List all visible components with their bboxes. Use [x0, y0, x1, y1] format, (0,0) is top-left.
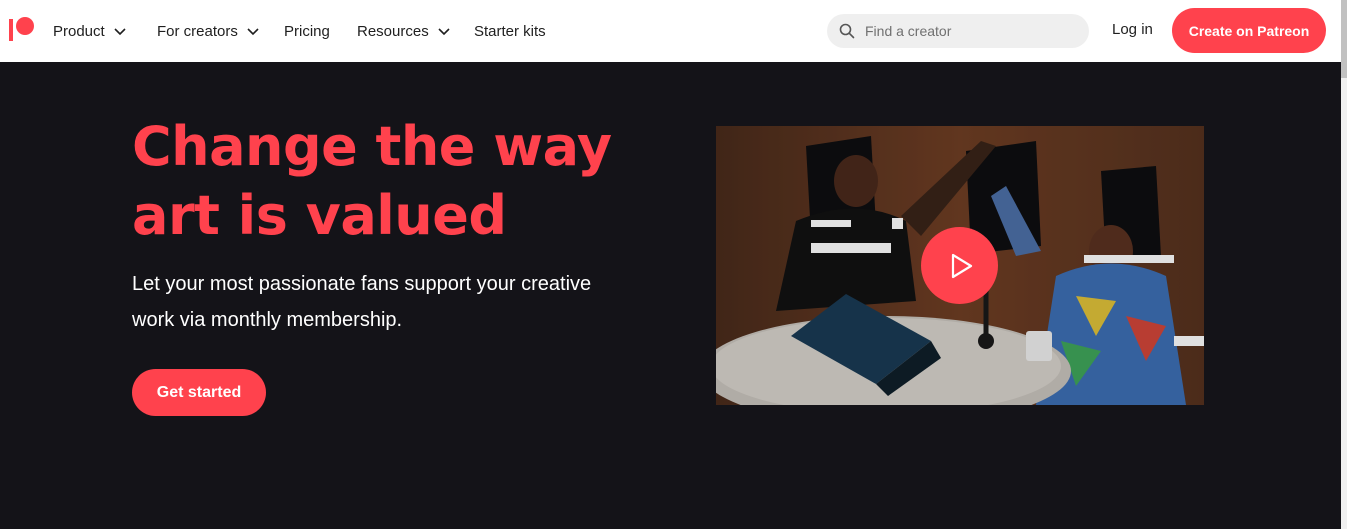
search-icon	[839, 23, 855, 39]
nav-item-resources[interactable]: Resources	[357, 20, 451, 42]
play-icon	[951, 253, 972, 278]
chevron-down-icon	[247, 28, 259, 36]
login-link[interactable]: Log in	[1112, 21, 1153, 38]
nav-item-label: Starter kits	[474, 22, 546, 40]
nav-item-label: Resources	[357, 22, 429, 40]
chevron-down-icon	[114, 28, 126, 36]
nav-item-starter-kits[interactable]: Starter kits	[474, 20, 546, 42]
search-box[interactable]	[827, 14, 1089, 48]
scrollbar-thumb[interactable]	[1341, 0, 1347, 78]
hero-subtext: Let your most passionate fans support yo…	[132, 273, 592, 331]
hero-headline: Change the way art is valued	[132, 115, 612, 247]
patreon-logo[interactable]	[9, 17, 35, 43]
get-started-button[interactable]: Get started	[132, 369, 266, 416]
chevron-down-icon	[438, 28, 450, 36]
nav-item-label: For creators	[157, 22, 238, 40]
top-navigation: Product For creators Pricing Resources S…	[0, 0, 1341, 62]
nav-item-label: Product	[53, 22, 105, 40]
page: Product For creators Pricing Resources S…	[0, 0, 1347, 529]
nav-item-product[interactable]: Product	[53, 20, 127, 42]
scrollbar[interactable]	[1341, 0, 1347, 529]
logo-circle	[16, 17, 34, 35]
logo-bar	[9, 19, 13, 41]
play-button[interactable]	[921, 227, 998, 304]
nav-item-for-creators[interactable]: For creators	[157, 20, 260, 42]
search-input[interactable]	[865, 23, 1065, 39]
nav-item-label: Pricing	[284, 22, 330, 40]
nav-item-pricing[interactable]: Pricing	[284, 20, 330, 42]
hero-video[interactable]	[716, 126, 1204, 405]
create-on-patreon-button[interactable]: Create on Patreon	[1172, 8, 1326, 53]
